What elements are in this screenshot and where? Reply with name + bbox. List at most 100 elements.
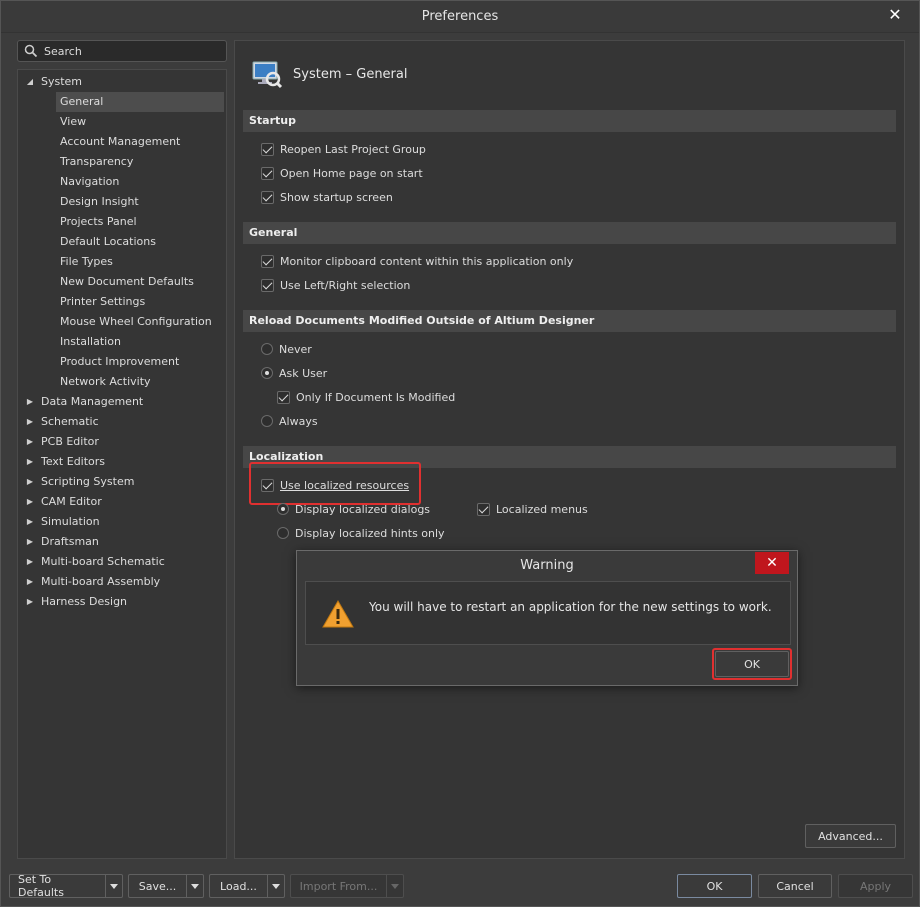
- radio-button[interactable]: [261, 415, 273, 427]
- tree-item-label: Transparency: [60, 155, 134, 168]
- tree-item-label: System: [41, 75, 83, 88]
- tree-item-data-management[interactable]: ▶ Data Management: [18, 392, 226, 412]
- collapsed-arrow-icon[interactable]: ▶: [25, 432, 35, 452]
- checkbox[interactable]: [477, 502, 490, 516]
- settings-tree: ◢ System General View Account Management…: [17, 69, 227, 859]
- radio-button[interactable]: [261, 367, 273, 379]
- dialog-ok-button[interactable]: OK: [715, 651, 789, 677]
- tree-item-navigation[interactable]: Navigation: [18, 172, 226, 192]
- left-right-selection-option[interactable]: Use Left/Right selection: [261, 276, 410, 294]
- tree-item-projects-panel[interactable]: Projects Panel: [18, 212, 226, 232]
- tree-item-label: Multi-board Schematic: [41, 555, 165, 568]
- radio-button[interactable]: [261, 343, 273, 355]
- close-icon[interactable]: ✕: [885, 5, 905, 25]
- dropdown-arrow-icon[interactable]: [268, 875, 284, 897]
- collapsed-arrow-icon[interactable]: ▶: [25, 592, 35, 612]
- tree-item-default-locations[interactable]: Default Locations: [18, 232, 226, 252]
- collapsed-arrow-icon[interactable]: ▶: [25, 412, 35, 432]
- search-box[interactable]: [17, 40, 227, 62]
- tree-item-scripting-system[interactable]: ▶ Scripting System: [18, 472, 226, 492]
- radio-button[interactable]: [277, 503, 289, 515]
- open-home-page-option[interactable]: Open Home page on start: [261, 164, 423, 182]
- localized-menus-option[interactable]: Localized menus: [477, 500, 588, 518]
- tree-item-general[interactable]: General: [56, 92, 224, 112]
- dropdown-arrow-icon[interactable]: [106, 875, 122, 897]
- search-input[interactable]: [44, 44, 214, 58]
- reload-always-option[interactable]: Always: [261, 412, 318, 430]
- collapsed-arrow-icon[interactable]: ▶: [25, 552, 35, 572]
- tree-item-installation[interactable]: Installation: [18, 332, 226, 352]
- expanded-arrow-icon[interactable]: ◢: [25, 72, 35, 92]
- tree-item-harness-design[interactable]: ▶ Harness Design: [18, 592, 226, 612]
- collapsed-arrow-icon[interactable]: ▶: [25, 452, 35, 472]
- tree-item-multi-board-schematic[interactable]: ▶ Multi-board Schematic: [18, 552, 226, 572]
- checkbox[interactable]: [261, 190, 274, 204]
- tree-item-system[interactable]: ◢ System: [18, 72, 226, 92]
- dialog-body: You will have to restart an application …: [305, 581, 791, 645]
- set-to-defaults-button[interactable]: Set To Defaults: [10, 873, 106, 899]
- tree-item-multi-board-assembly[interactable]: ▶ Multi-board Assembly: [18, 572, 226, 592]
- tree-item-product-improvement[interactable]: Product Improvement: [18, 352, 226, 372]
- import-from-split-button: Import From...: [290, 874, 404, 898]
- reopen-last-project-group-option[interactable]: Reopen Last Project Group: [261, 140, 426, 158]
- tree-item-label: Simulation: [41, 515, 100, 528]
- tree-item-label: Text Editors: [41, 455, 106, 468]
- tree-item-draftsman[interactable]: ▶ Draftsman: [18, 532, 226, 552]
- option-label: Use Left/Right selection: [280, 278, 411, 292]
- dialog-close-button[interactable]: ✕: [755, 552, 789, 574]
- tree-item-label: CAM Editor: [41, 495, 102, 508]
- collapsed-arrow-icon[interactable]: ▶: [25, 472, 35, 492]
- only-if-modified-option[interactable]: Only If Document Is Modified: [277, 388, 455, 406]
- collapsed-arrow-icon[interactable]: ▶: [25, 492, 35, 512]
- tree-item-account-management[interactable]: Account Management: [18, 132, 226, 152]
- tree-item-text-editors[interactable]: ▶ Text Editors: [18, 452, 226, 472]
- cancel-button[interactable]: Cancel: [758, 874, 832, 898]
- save-split-button[interactable]: Save...: [128, 874, 204, 898]
- tree-item-label: Account Management: [60, 135, 181, 148]
- collapsed-arrow-icon[interactable]: ▶: [25, 392, 35, 412]
- reload-never-option[interactable]: Never: [261, 340, 312, 358]
- tree-item-mouse-wheel-configuration[interactable]: Mouse Wheel Configuration: [18, 312, 226, 332]
- collapsed-arrow-icon[interactable]: ▶: [25, 572, 35, 592]
- dropdown-arrow-icon: [387, 875, 403, 897]
- advanced-button[interactable]: Advanced...: [805, 824, 896, 848]
- tree-item-label: Navigation: [60, 175, 120, 188]
- display-localized-hints-option[interactable]: Display localized hints only: [277, 524, 445, 542]
- section-reload-documents: Reload Documents Modified Outside of Alt…: [243, 310, 896, 332]
- tree-item-network-activity[interactable]: Network Activity: [18, 372, 226, 392]
- option-label: Localized menus: [496, 502, 588, 516]
- display-localized-dialogs-option[interactable]: Display localized dialogs: [277, 500, 430, 518]
- checkbox[interactable]: [277, 390, 290, 404]
- tree-item-printer-settings[interactable]: Printer Settings: [18, 292, 226, 312]
- checkbox[interactable]: [261, 254, 274, 268]
- save-button[interactable]: Save...: [129, 875, 187, 897]
- tree-item-view[interactable]: View: [18, 112, 226, 132]
- tree-item-file-types[interactable]: File Types: [18, 252, 226, 272]
- collapsed-arrow-icon[interactable]: ▶: [25, 512, 35, 532]
- tree-item-pcb-editor[interactable]: ▶ PCB Editor: [18, 432, 226, 452]
- tree-item-new-document-defaults[interactable]: New Document Defaults: [18, 272, 226, 292]
- load-split-button[interactable]: Load...: [209, 874, 285, 898]
- checkbox[interactable]: [261, 166, 274, 180]
- tree-item-cam-editor[interactable]: ▶ CAM Editor: [18, 492, 226, 512]
- set-to-defaults-split-button[interactable]: Set To Defaults: [9, 873, 123, 899]
- tree-item-transparency[interactable]: Transparency: [18, 152, 226, 172]
- load-button[interactable]: Load...: [210, 875, 268, 897]
- dropdown-arrow-icon[interactable]: [187, 875, 203, 897]
- option-label: Reopen Last Project Group: [280, 142, 426, 156]
- show-startup-screen-option[interactable]: Show startup screen: [261, 188, 393, 206]
- collapsed-arrow-icon[interactable]: ▶: [25, 532, 35, 552]
- option-label: Only If Document Is Modified: [296, 390, 456, 404]
- ok-button[interactable]: OK: [677, 874, 752, 898]
- tree-item-design-insight[interactable]: Design Insight: [18, 192, 226, 212]
- reload-ask-user-option[interactable]: Ask User: [261, 364, 327, 382]
- checkbox[interactable]: [261, 142, 274, 156]
- tree-item-schematic[interactable]: ▶ Schematic: [18, 412, 226, 432]
- monitor-clipboard-option[interactable]: Monitor clipboard content within this ap…: [261, 252, 573, 270]
- tree-item-label: Printer Settings: [60, 295, 146, 308]
- radio-button[interactable]: [277, 527, 289, 539]
- use-localized-resources-option[interactable]: Use localized resources: [261, 476, 409, 494]
- checkbox[interactable]: [261, 278, 274, 292]
- checkbox[interactable]: [261, 478, 274, 492]
- tree-item-simulation[interactable]: ▶ Simulation: [18, 512, 226, 532]
